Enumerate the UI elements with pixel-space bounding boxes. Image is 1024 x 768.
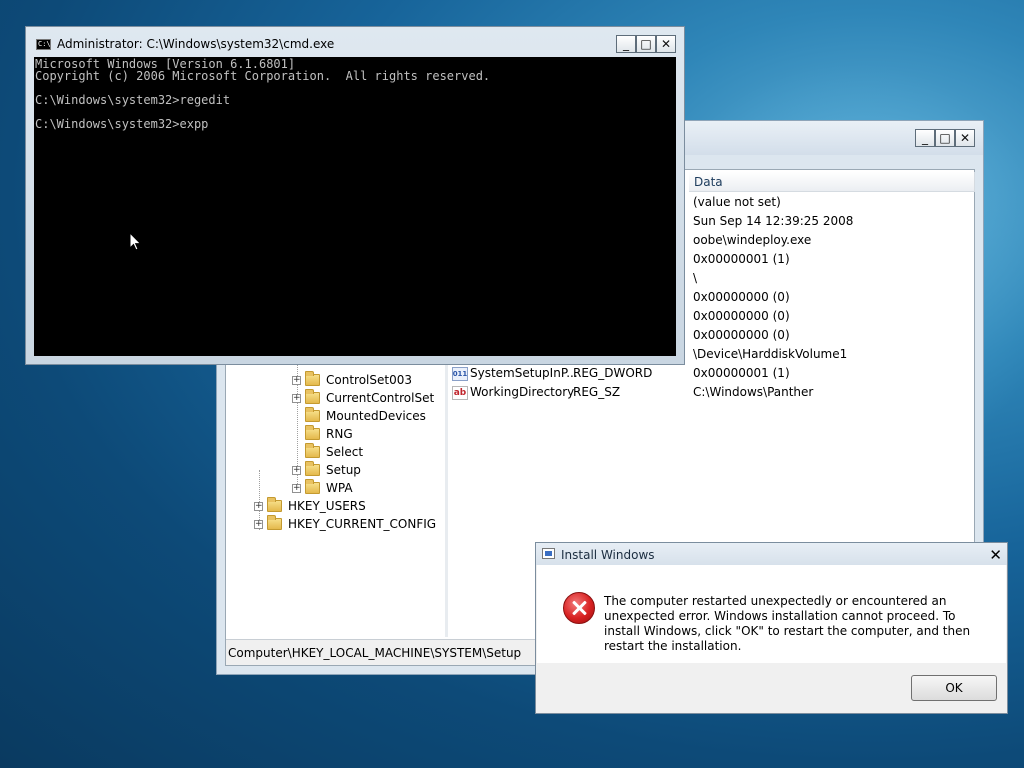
tree-item-setup[interactable]: + Setup [292,461,361,479]
tree-item-wpa[interactable]: + WPA [292,479,353,497]
regedit-caption-buttons: _ □ ✕ [915,129,975,147]
tree-item-label: CurrentControlSet [326,391,435,405]
tree-item-rng[interactable]: RNG [305,425,353,443]
console-line: Copyright (c) 2006 Microsoft Corporation… [35,69,491,83]
folder-icon [305,425,320,440]
expand-icon[interactable]: + [254,501,263,511]
column-header-data[interactable]: Data [689,172,975,192]
value-type: REG_DWORD [573,366,653,380]
regedit-maximize-button[interactable]: □ [935,129,955,147]
dialog-content: The computer restarted unexpectedly or e… [537,565,1006,663]
value-data: 0x00000001 (1) [693,252,790,266]
tree-item-label: HKEY_CURRENT_CONFIG [288,517,437,531]
error-icon [563,592,595,624]
tree-item-label: WPA [326,481,353,495]
dialog-close-button[interactable]: ✕ [989,546,1002,564]
tree-item-controlset003[interactable]: + ControlSet003 [292,371,412,389]
cmd-caption-buttons: _ □ ✕ [616,35,676,53]
tree-item-select[interactable]: Select [305,443,363,461]
cmd-titlebar[interactable]: C:\ Administrator: C:\Windows\system32\c… [26,27,684,57]
value-data: 0x00000000 (0) [693,328,790,342]
value-data: \ [693,271,698,285]
reg-dword-icon: 011 [452,366,468,381]
expand-icon[interactable]: + [292,483,301,493]
tree-item-label: ControlSet003 [326,373,412,387]
table-row[interactable]: ab WorkingDirectory [452,385,574,400]
tree-item-hkey-users[interactable]: + HKEY_USERS [254,497,366,515]
table-row[interactable]: 011 SystemSetupInP... [452,366,578,381]
tree-item-label: Select [326,445,364,459]
ok-button[interactable]: OK [911,675,997,701]
value-name: WorkingDirectory [470,385,575,399]
cmd-window[interactable]: C:\ Administrator: C:\Windows\system32\c… [25,26,685,365]
folder-icon [305,389,320,404]
cmd-minimize-button[interactable]: _ [616,35,636,53]
cmd-icon: C:\ [36,39,51,50]
regedit-close-button[interactable]: ✕ [955,129,975,147]
console-output[interactable]: Microsoft Windows [Version 6.1.6801] Cop… [34,57,676,356]
tree-item-mounteddevices[interactable]: MountedDevices [305,407,426,425]
value-data: \Device\HarddiskVolume1 [693,347,848,361]
regedit-minimize-button[interactable]: _ [915,129,935,147]
cmd-close-button[interactable]: ✕ [656,35,676,53]
dialog-titlebar[interactable]: Install Windows ✕ [536,543,1007,565]
value-data: Sun Sep 14 12:39:25 2008 [693,214,854,228]
folder-icon [267,515,282,530]
value-type: REG_SZ [573,385,621,399]
expand-icon[interactable]: + [292,465,301,475]
reg-string-icon: ab [452,385,468,400]
mouse-pointer-icon [129,232,142,251]
tree-item-label: RNG [326,427,353,441]
console-line: C:\Windows\system32>expp [35,117,209,131]
install-windows-dialog[interactable]: Install Windows ✕ The computer restarted… [535,542,1008,714]
tree-item-hkey-current-config[interactable]: + HKEY_CURRENT_CONFIG [254,515,436,533]
folder-icon [305,443,320,458]
value-data: (value not set) [693,195,781,209]
tree-item-label: MountedDevices [326,409,426,423]
install-icon [542,548,555,559]
folder-icon [305,371,320,386]
value-data: 0x00000000 (0) [693,290,790,304]
cmd-title: Administrator: C:\Windows\system32\cmd.e… [57,37,335,51]
tree-item-label: HKEY_USERS [288,499,366,513]
expand-icon[interactable]: + [254,519,263,529]
cmd-maximize-button[interactable]: □ [636,35,656,53]
expand-icon[interactable]: + [292,375,301,385]
value-data: oobe\windeploy.exe [693,233,812,247]
folder-icon [305,461,320,476]
value-data: C:\Windows\Panther [693,385,814,399]
folder-icon [267,497,282,512]
folder-icon [305,479,320,494]
value-name: SystemSetupInP... [470,366,578,380]
value-data: 0x00000001 (1) [693,366,790,380]
dialog-title: Install Windows [561,548,655,562]
console-line: C:\Windows\system32>regedit [35,93,231,107]
tree-item-currentcontrolset[interactable]: + CurrentControlSet [292,389,434,407]
tree-item-label: Setup [326,463,361,477]
error-message: The computer restarted unexpectedly or e… [604,594,971,653]
folder-icon [305,407,320,422]
expand-icon[interactable]: + [292,393,301,403]
value-data: 0x00000000 (0) [693,309,790,323]
